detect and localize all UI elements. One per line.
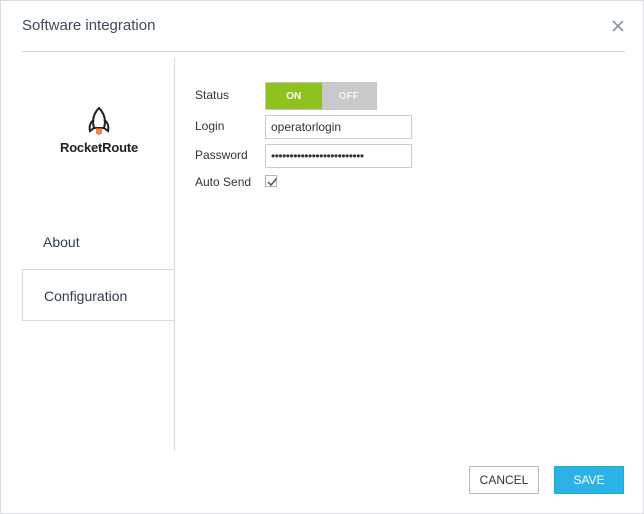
save-button[interactable]: SAVE	[554, 466, 624, 494]
sidebar-divider	[174, 58, 175, 451]
dialog-title: Software integration	[22, 17, 156, 34]
password-input[interactable]	[265, 144, 412, 168]
rocketroute-logo: RocketRoute	[57, 106, 141, 166]
checkmark-icon	[267, 178, 278, 187]
cancel-button[interactable]: CANCEL	[469, 466, 539, 494]
login-input[interactable]	[265, 115, 412, 139]
status-label: Status	[195, 88, 230, 102]
status-off-button[interactable]: OFF	[321, 83, 376, 109]
status-toggle[interactable]: ON OFF	[265, 82, 377, 110]
header-divider	[22, 51, 625, 52]
logo-text: RocketRoute	[60, 140, 138, 155]
password-label: Password	[195, 148, 248, 162]
rocket-icon	[88, 106, 110, 135]
tab-configuration[interactable]: Configuration	[22, 269, 175, 321]
auto-send-label: Auto Send	[195, 175, 252, 189]
auto-send-checkbox[interactable]	[265, 175, 278, 187]
status-on-button[interactable]: ON	[266, 83, 322, 109]
close-icon[interactable]	[609, 17, 627, 35]
tab-about[interactable]: About	[22, 216, 175, 268]
software-integration-dialog: Software integration RocketRoute About C…	[0, 0, 644, 514]
login-label: Login	[195, 119, 225, 133]
